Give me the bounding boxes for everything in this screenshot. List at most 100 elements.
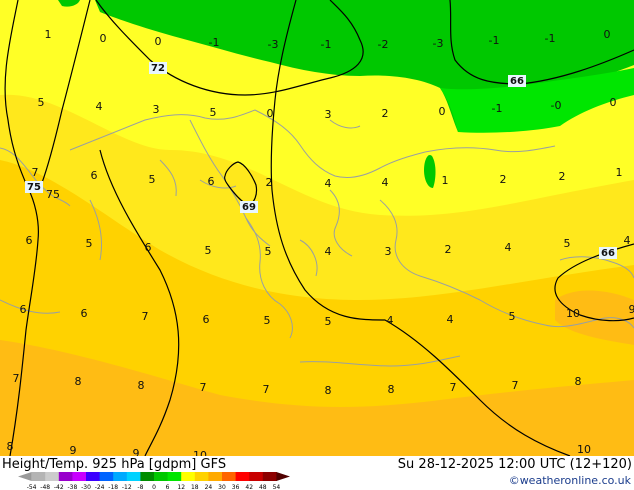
temperature-label: 1 (442, 174, 449, 187)
temperature-label: 4 (624, 234, 631, 247)
temperature-label: 2 (382, 107, 389, 120)
colorbar-swatch (99, 472, 114, 481)
colorbar-tick-label: 12 (177, 484, 185, 490)
temperature-label: 6 (20, 303, 27, 316)
map-title: Height/Temp. 925 hPa [gdpm] GFS (2, 457, 227, 472)
temperature-label: 2 (559, 170, 566, 183)
temperature-label: 5 (264, 314, 271, 327)
temperature-label: 8 (7, 440, 14, 453)
colorbar-tick-label: 30 (218, 484, 226, 490)
colorbar-swatch (72, 472, 87, 481)
colorbar-swatch (154, 472, 169, 481)
colorbar-tick-label: 54 (273, 484, 281, 490)
temperature-label: 9 (70, 444, 77, 456)
map-canvas: 1 0 0 -1 -3 -1 -2 -3 -1 -1 05 4 3 5 0 3 2 0 -1 -0 07 6 5 6 2 4 4 1 2… (0, 0, 634, 456)
temperature-label: 0 (267, 107, 274, 120)
temperature-label: 10 (193, 449, 207, 456)
temperature-label: 6 (203, 313, 210, 326)
colorbar-tick-label: 48 (259, 484, 267, 490)
temperature-label: 5 (38, 96, 45, 109)
temperature-label: 7 (263, 383, 270, 396)
temperature-label: 2 (500, 173, 507, 186)
colorbar-tick-label: 42 (245, 484, 253, 490)
colorbar-swatch (140, 472, 155, 481)
temperature-label: 6 (91, 169, 98, 182)
colorbar-tick-label: 0 (152, 484, 156, 490)
temperature-label: 4 (325, 245, 332, 258)
colorbar-swatch (181, 472, 196, 481)
temperature-label: 4 (382, 176, 389, 189)
height-label: 75 (27, 182, 41, 193)
height-label: 75 (46, 188, 60, 201)
colorbar-swatch (113, 472, 128, 481)
colorbar-tick-label: -12 (122, 484, 132, 490)
colorbar-tick-label: -24 (95, 484, 105, 490)
colorbar-swatch (208, 472, 223, 481)
temperature-label: 6 (145, 241, 152, 254)
temperature-label: 8 (575, 375, 582, 388)
colorbar-tick-label: -54 (27, 484, 37, 490)
temperature-label: -1 (492, 102, 503, 115)
temperature-label: -2 (378, 38, 389, 51)
colorbar-tick-label: 24 (205, 484, 213, 490)
temperature-label: 2 (266, 176, 273, 189)
temperature-label: 8 (138, 379, 145, 392)
temperature-label: 5 (149, 173, 156, 186)
temperature-label: -1 (209, 36, 220, 49)
temperature-label: 7 (450, 381, 457, 394)
temperature-label: 7 (512, 379, 519, 392)
colorbar-tick-label: 18 (191, 484, 199, 490)
temperature-label: 0 (100, 32, 107, 45)
temperature-label: 5 (210, 106, 217, 119)
temperature-label: 6 (81, 307, 88, 320)
temperature-label: -3 (433, 37, 444, 50)
height-label: 69 (242, 202, 256, 213)
temperature-label: 4 (96, 100, 103, 113)
temperature-label: 10 (577, 443, 591, 456)
temperature-label: -3 (268, 38, 279, 51)
weather-map: 1 0 0 -1 -3 -1 -2 -3 -1 -1 0 5 4 3 5 0 3 2 0 -1 -0 0 7 6 5 6 2 4 4 1 2… (0, 0, 634, 456)
temperature-label: 8 (388, 383, 395, 396)
temperature-label: 7 (13, 372, 20, 385)
temperature-label: 6 (208, 175, 215, 188)
temperature-label: -0 (551, 99, 562, 112)
temperature-label: 5 (265, 245, 272, 258)
colorbar-tick-label: -18 (108, 484, 118, 490)
height-label: 66 (510, 76, 524, 87)
temperature-label: 0 (604, 28, 611, 41)
colorbar-swatch (276, 472, 290, 481)
temperature-label: 2 (445, 243, 452, 256)
temperature-label: 3 (325, 108, 332, 121)
temperature-colorbar: -54 -48 -42 -38 -30 -24 -18 -12 -8 0 6 12 18 24 30 36 42… (18, 472, 290, 490)
colorbar-tick-label: -8 (137, 484, 143, 490)
forecast-timestamp: Su 28-12-2025 12:00 UTC (12+120) (397, 457, 632, 472)
temperature-label: -1 (545, 32, 556, 45)
temperature-label: 6 (26, 234, 33, 247)
credit-link[interactable]: ©weatheronline.co.uk (509, 474, 631, 487)
temperature-label: 7 (200, 381, 207, 394)
colorbar-tick-label: -38 (67, 484, 77, 490)
height-label: 66 (601, 248, 615, 259)
temperature-label: 5 (325, 315, 332, 328)
temperature-label: 9 (133, 447, 140, 456)
map-footer: Height/Temp. 925 hPa [gdpm] GFS Su 28-12… (0, 456, 634, 490)
colorbar-swatch (249, 472, 264, 481)
temperature-label: 0 (155, 35, 162, 48)
temperature-label: 1 (45, 28, 52, 41)
colorbar-swatch (18, 472, 32, 481)
temperature-label: 0 (610, 96, 617, 109)
temperature-label: 7 (32, 166, 39, 179)
temperature-label: 4 (325, 177, 332, 190)
height-label: 72 (151, 63, 165, 74)
temperature-label: 8 (325, 384, 332, 397)
colorbar-tick-label: 36 (232, 484, 240, 490)
colorbar-tick-label: -48 (40, 484, 50, 490)
temperature-label: 5 (86, 237, 93, 250)
colorbar-swatch (58, 472, 73, 481)
temperature-label: 10 (566, 307, 580, 320)
temperature-label: 5 (509, 310, 516, 323)
temperature-label: 4 (447, 313, 454, 326)
temperature-label: 9 (629, 303, 634, 316)
temperature-label: 3 (385, 245, 392, 258)
colorbar-swatch (86, 472, 101, 481)
